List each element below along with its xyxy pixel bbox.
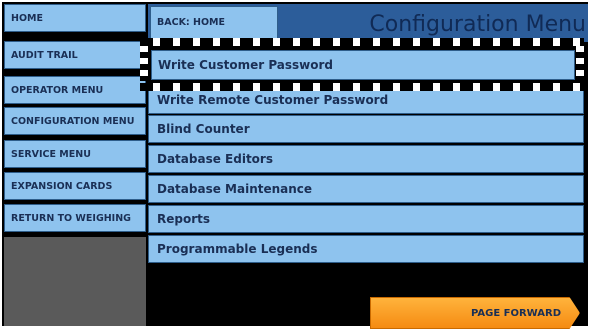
menu-item-label: Write Customer Password [158,58,334,72]
page-title: Configuration Menu [369,12,586,37]
menu-item-database-maintenance[interactable]: Database Maintenance [148,175,584,203]
sidebar-item-configuration-menu[interactable]: CONFIGURATION MENU [4,107,146,135]
menu-item-reports[interactable]: Reports [148,205,584,233]
menu-item-label: Programmable Legends [157,242,318,256]
menu-item-programmable-legends[interactable]: Programmable Legends [148,235,584,263]
sidebar-empty-area [4,237,146,326]
sidebar-item-return-to-weighing[interactable]: RETURN TO WEIGHING [4,204,146,232]
selection-border-right [576,46,584,81]
selection-border-top [140,38,584,46]
sidebar-item-label: EXPANSION CARDS [11,180,113,192]
menu-item-blind-counter[interactable]: Blind Counter [148,115,584,143]
sidebar-item-label: CONFIGURATION MENU [11,115,135,127]
sidebar-item-audit-trail[interactable]: AUDIT TRAIL [4,41,146,69]
back-button[interactable]: BACK: HOME [150,6,278,40]
sidebar-item-label: RETURN TO WEIGHING [11,212,131,224]
sidebar-item-label: OPERATOR MENU [11,84,104,96]
menu-item-write-customer-password[interactable]: Write Customer Password [151,50,575,80]
sidebar-item-label: HOME [11,12,43,24]
sidebar-item-label: SERVICE MENU [11,148,91,160]
sidebar: HOME AUDIT TRAIL OPERATOR MENU CONFIGURA… [4,4,146,326]
sidebar-item-expansion-cards[interactable]: EXPANSION CARDS [4,172,146,200]
menu-item-database-editors[interactable]: Database Editors [148,145,584,173]
back-button-label: BACK: HOME [157,17,226,28]
sidebar-item-label: AUDIT TRAIL [11,49,78,61]
page-forward-label: PAGE FORWARD [470,307,561,319]
sidebar-item-operator-menu[interactable]: OPERATOR MENU [4,76,146,104]
menu-item-label: Database Editors [157,152,273,166]
menu-item-label: Write Remote Customer Password [157,93,389,107]
sidebar-item-service-menu[interactable]: SERVICE MENU [4,140,146,168]
menu-item-label: Blind Counter [157,122,250,136]
page-forward-button[interactable]: PAGE FORWARD [370,297,580,329]
header-bar: BACK: HOME Configuration Menu [148,4,588,42]
selection-border-left [140,46,148,81]
selection-border-bottom [140,83,584,91]
sidebar-item-home[interactable]: HOME [4,4,146,32]
menu-item-label: Database Maintenance [157,182,313,196]
menu-item-label: Reports [157,212,211,226]
